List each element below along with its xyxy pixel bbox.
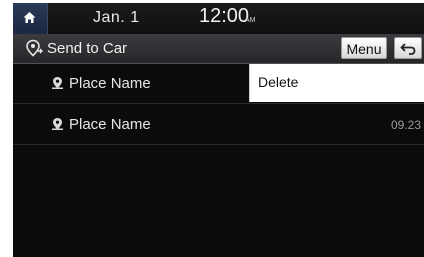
head-unit-screen: Jan. 1 12:00 AM Send to Car Menu Place N… [13,3,424,257]
place-pin-icon [52,77,63,89]
delete-menu-item[interactable]: Delete [258,74,298,90]
clock-display: 12:00 [199,5,250,27]
place-pin-icon [52,118,63,130]
title-bar: Send to Car Menu [13,34,424,64]
popup-menu: Delete [249,64,424,102]
page-title: Send to Car [47,40,128,57]
back-arrow-icon [400,43,416,55]
place-name: Place Name [69,75,151,92]
am-pm-indicator: AM [245,17,256,24]
status-bar: Jan. 1 12:00 AM [13,3,424,35]
home-icon [23,12,36,23]
place-name: Place Name [69,116,151,133]
date-display: Jan. 1 [93,9,140,26]
menu-button[interactable]: Menu [341,37,387,59]
back-button[interactable] [394,37,422,59]
home-button[interactable] [13,3,48,34]
send-to-car-icon [26,39,43,57]
list-item[interactable]: Place Name 09.23 [13,105,424,145]
place-time: 09.23 [390,118,421,132]
